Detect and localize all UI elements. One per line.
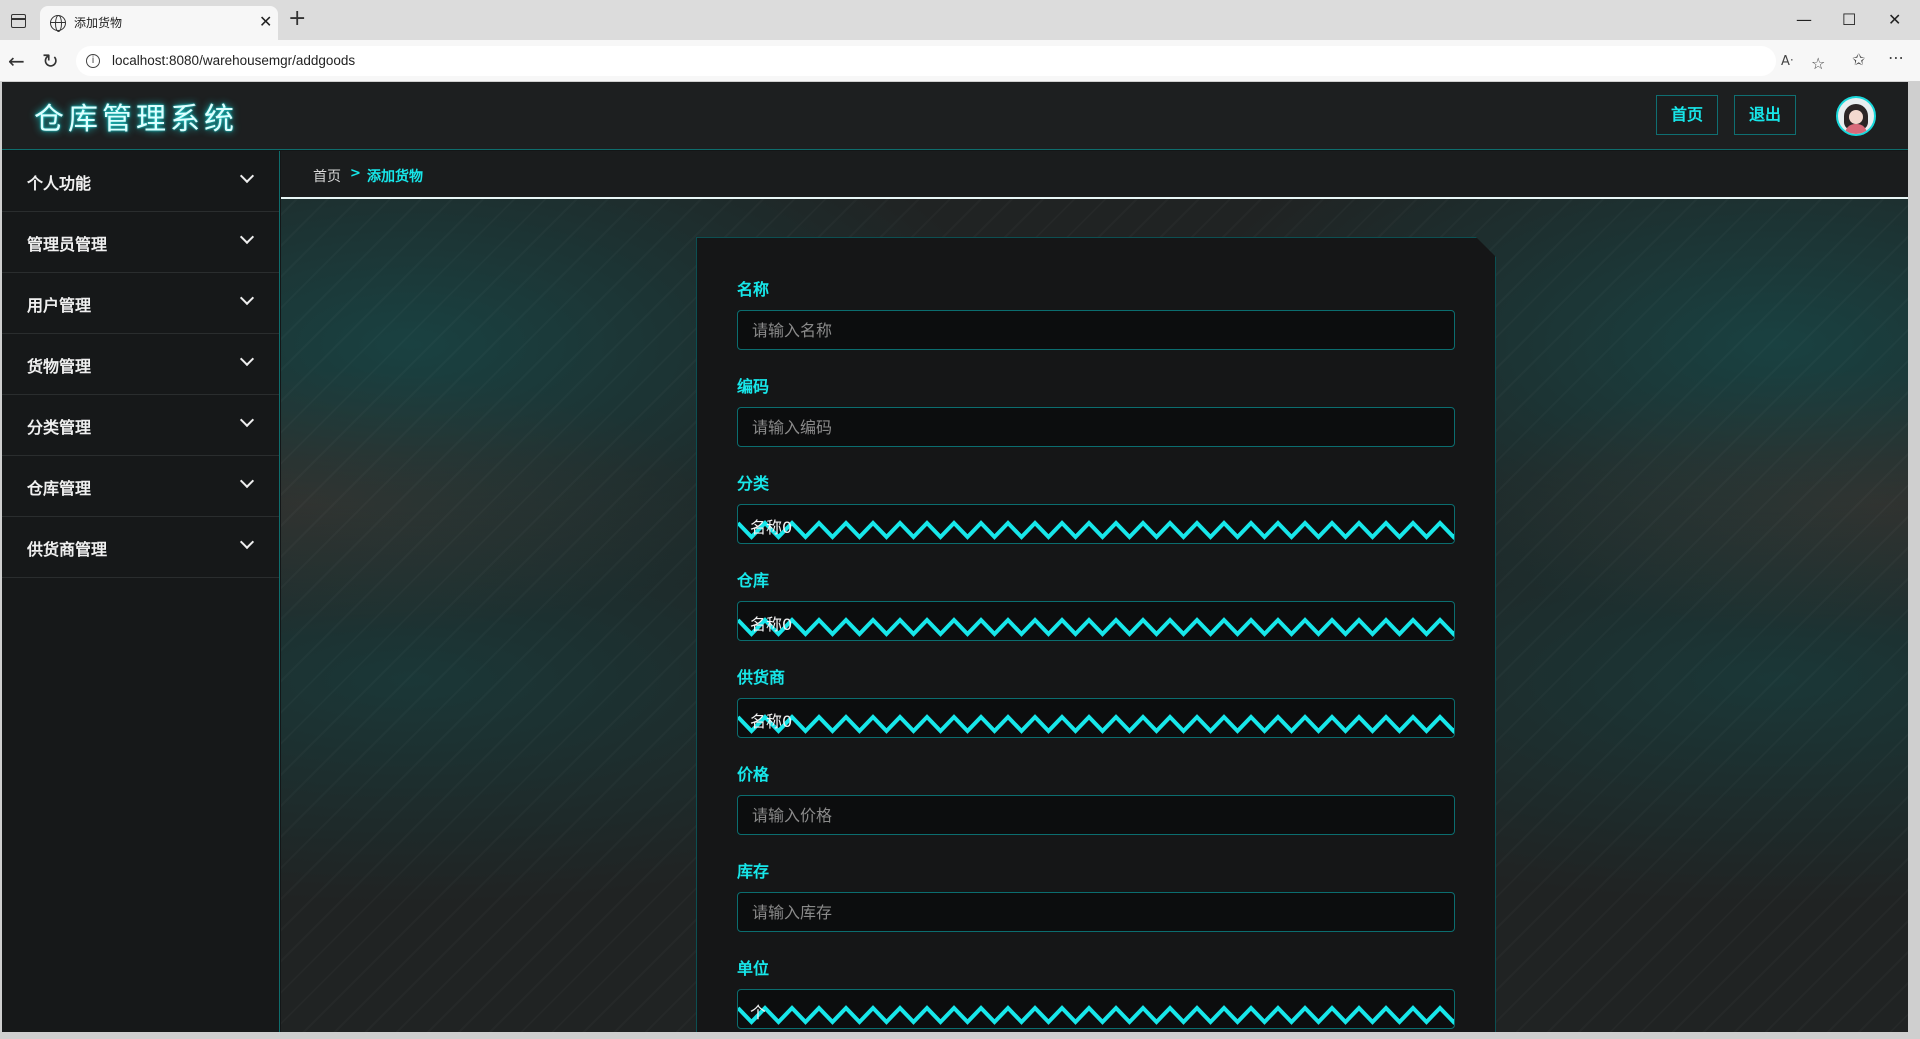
sidebar-item-suppliers[interactable]: 供货商管理 (2, 517, 279, 578)
select-decoration (738, 1005, 1454, 1025)
app-window: 仓库管理系统 首页 退出 个人功能 管理员管理 用户管理 货物管理 分类管理 仓… (2, 82, 1908, 1032)
price-input[interactable] (737, 795, 1455, 835)
code-label: 编码 (737, 377, 770, 396)
stock-input[interactable] (737, 892, 1455, 932)
tab-close-icon[interactable]: ✕ (259, 12, 272, 31)
sidebar: 个人功能 管理员管理 用户管理 货物管理 分类管理 仓库管理 供货商管理 (2, 151, 280, 1032)
name-label: 名称 (737, 280, 770, 299)
more-menu-icon[interactable]: ⋯ (1888, 48, 1904, 67)
chevron-down-icon (239, 168, 255, 184)
sidebar-item-label: 仓库管理 (27, 479, 92, 498)
unit-label: 单位 (737, 959, 770, 978)
sidebar-item-label: 管理员管理 (27, 235, 108, 254)
chevron-down-icon (239, 229, 255, 245)
select-decoration (738, 617, 1454, 637)
supplier-select-value: 名称0 (750, 712, 793, 731)
new-tab-button[interactable]: + (288, 6, 306, 31)
warehouse-select-value: 名称0 (750, 615, 793, 634)
stock-label: 库存 (737, 862, 770, 881)
url-field[interactable]: i localhost:8080/warehousemgr/addgoods A… (76, 46, 1825, 76)
sidebar-item-label: 分类管理 (27, 418, 92, 437)
chevron-down-icon (239, 534, 255, 550)
back-arrow-icon[interactable]: ← (8, 49, 25, 73)
refresh-icon[interactable]: ↻ (42, 49, 59, 73)
globe-icon (50, 15, 66, 32)
name-input[interactable] (737, 310, 1455, 350)
code-input[interactable] (737, 407, 1455, 447)
sidebar-item-admins[interactable]: 管理员管理 (2, 212, 279, 273)
browser-addressbar: ← ↻ i localhost:8080/warehousemgr/addgoo… (0, 40, 1920, 82)
category-select[interactable]: 名称0 (737, 504, 1455, 544)
favorites-icon[interactable]: ✩ (1852, 50, 1865, 69)
warehouse-select[interactable]: 名称0 (737, 601, 1455, 641)
breadcrumb-home[interactable]: 首页 (313, 166, 341, 186)
price-label: 价格 (737, 765, 770, 784)
chevron-down-icon (239, 351, 255, 367)
minimize-button[interactable]: — (1796, 10, 1812, 29)
app-header: 仓库管理系统 首页 退出 (2, 82, 1908, 150)
sidebar-item-label: 供货商管理 (27, 540, 108, 559)
sidebar-item-goods[interactable]: 货物管理 (2, 334, 279, 395)
breadcrumb-separator: > (350, 166, 361, 181)
sidebar-item-label: 个人功能 (27, 174, 92, 193)
category-select-value: 名称0 (750, 518, 793, 537)
breadcrumb-current: 添加货物 (367, 169, 423, 185)
tab-title: 添加货物 (74, 16, 123, 30)
browser-tab[interactable]: 添加货物 ✕ (40, 6, 278, 40)
chevron-down-icon (239, 290, 255, 306)
chevron-down-icon (239, 473, 255, 489)
sidebar-toggle-icon[interactable] (8, 11, 28, 31)
sidebar-item-warehouses[interactable]: 仓库管理 (2, 456, 279, 517)
breadcrumb: 首页 > 添加货物 (281, 151, 1908, 199)
info-icon[interactable]: i (86, 54, 100, 68)
chevron-down-icon (239, 412, 255, 428)
sidebar-item-categories[interactable]: 分类管理 (2, 395, 279, 456)
main-content: 首页 > 添加货物 名称 编码 分类 名称0 仓库 名称0 供货商 名称0 价格… (281, 151, 1908, 1032)
url-text: localhost:8080/warehousemgr/addgoods (112, 53, 356, 68)
sidebar-item-personal[interactable]: 个人功能 (2, 151, 279, 212)
home-button[interactable]: 首页 (1656, 95, 1719, 135)
logout-button[interactable]: 退出 (1734, 95, 1797, 135)
sidebar-item-label: 货物管理 (27, 357, 92, 376)
sidebar-item-users[interactable]: 用户管理 (2, 273, 279, 334)
select-decoration (738, 714, 1454, 734)
app-title: 仓库管理系统 (34, 102, 238, 137)
favorite-star-icon[interactable]: ☆ (1811, 54, 1825, 73)
category-label: 分类 (737, 474, 770, 493)
maximize-button[interactable]: ☐ (1842, 10, 1856, 29)
sidebar-item-label: 用户管理 (27, 296, 92, 315)
read-aloud-icon[interactable]: Aᐧ (1781, 54, 1793, 69)
unit-select-value: 个 (750, 1003, 767, 1022)
supplier-select[interactable]: 名称0 (737, 698, 1455, 738)
browser-tabbar: 添加货物 ✕ + — ☐ ✕ (0, 0, 1920, 40)
warehouse-label: 仓库 (737, 571, 770, 590)
avatar[interactable] (1836, 96, 1876, 136)
close-window-button[interactable]: ✕ (1888, 10, 1901, 29)
supplier-label: 供货商 (737, 668, 786, 687)
select-decoration (738, 520, 1454, 540)
unit-select[interactable]: 个 (737, 989, 1455, 1029)
add-goods-form: 名称 编码 分类 名称0 仓库 名称0 供货商 名称0 价格 库存 单位 个 (696, 237, 1496, 1032)
